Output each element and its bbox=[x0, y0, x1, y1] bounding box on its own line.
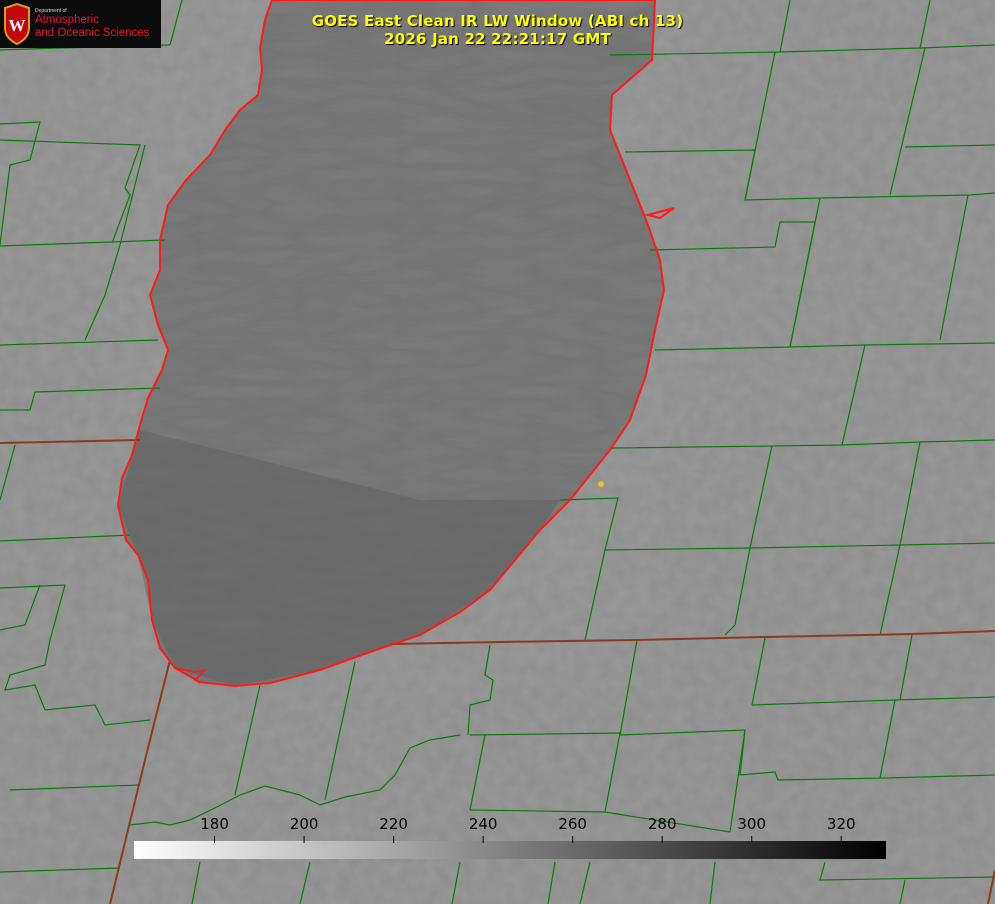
uw-aos-logo: W Department of Atmospheric and Oceanic … bbox=[0, 0, 161, 48]
colorbar-tick-label: 200 bbox=[289, 815, 319, 833]
uw-crest-icon: W bbox=[4, 2, 30, 46]
satellite-image bbox=[0, 0, 995, 904]
colorbar-tick-label: 300 bbox=[737, 815, 767, 833]
colorbar-tick-label: 240 bbox=[468, 815, 498, 833]
colorbar-tick-label: 180 bbox=[200, 815, 229, 833]
image-timestamp: 2026 Jan 22 22:21:17 GMT bbox=[384, 30, 611, 48]
colorbar-tick-label: 260 bbox=[558, 815, 587, 833]
colorbar-tick-label: 220 bbox=[379, 815, 408, 833]
image-title: GOES East Clean IR LW Window (ABI ch 13) bbox=[311, 12, 684, 30]
svg-text:W: W bbox=[9, 16, 26, 35]
logo-line-2: and Oceanic Sciences bbox=[35, 27, 150, 39]
logo-line-1: Atmospheric bbox=[35, 14, 99, 26]
colorbar-tick-label: 280 bbox=[647, 815, 677, 833]
colorbar bbox=[134, 841, 886, 859]
location-marker bbox=[598, 481, 604, 487]
colorbar-tick-label: 320 bbox=[826, 815, 856, 833]
